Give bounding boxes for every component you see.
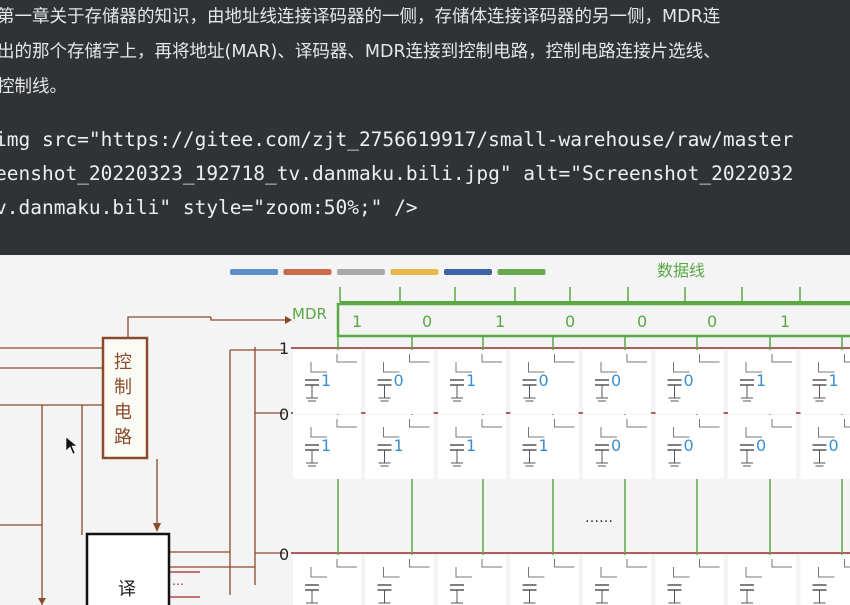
code-line: img src="https://gitee.com/zjt_275661991… — [0, 128, 794, 151]
memory-cell — [800, 555, 850, 605]
memory-cell: 1 — [293, 415, 361, 479]
memory-cell: 1 — [510, 415, 579, 479]
legend-bar — [283, 269, 332, 275]
mdr-bit: 0 — [707, 312, 717, 331]
description-paragraph: 第一章关于存储器的知识，由地址线连接译码器的一侧，存储体连接译码器的另一侧，MD… — [0, 0, 850, 105]
memory-cell: 0 — [655, 350, 724, 414]
decoder-label: 译 — [118, 579, 136, 600]
memory-cell — [728, 555, 796, 605]
cell-bit: 0 — [756, 436, 766, 455]
rows-ellipsis: …… — [585, 510, 613, 526]
control-circuit-char: 控 — [114, 352, 132, 373]
legend-bar — [444, 269, 492, 275]
cell-bit: 0 — [394, 371, 404, 390]
mdr-bit: 1 — [495, 312, 505, 331]
mdr-bit: 1 — [780, 312, 790, 331]
cell-bit: 1 — [321, 436, 331, 455]
memory-cell: 0 — [510, 350, 579, 414]
paragraph-line: 控制线。 — [0, 77, 67, 97]
cell-bit: 0 — [611, 436, 621, 455]
memory-cell — [293, 555, 361, 605]
paragraph-line: 第一章关于存储器的知识，由地址线连接译码器的一侧，存储体连接译码器的另一侧，MD… — [0, 7, 721, 27]
memory-cell — [510, 555, 579, 605]
memory-cell — [365, 555, 434, 605]
legend-bar — [337, 269, 385, 275]
code-line: v.danmaku.bili" style="zoom:50%;" /> — [0, 196, 418, 219]
storage-cells: 1 0 1 0 0 0 1 1 1 1 1 1 0 0 0 0 — [293, 336, 850, 605]
legend-bar — [390, 269, 439, 275]
cell-bit: 1 — [466, 371, 476, 390]
mdr-bit: 0 — [637, 312, 647, 331]
memory-cell: 1 — [438, 350, 506, 414]
memory-cell: 0 — [728, 415, 796, 479]
code-block: img src="https://gitee.com/zjt_275661991… — [0, 123, 850, 225]
arrow-head — [153, 523, 161, 532]
word-line-label: 0 — [279, 405, 289, 424]
control-circuit-char: 路 — [114, 427, 132, 448]
memory-cell: 1 — [438, 415, 506, 479]
mouse-cursor-icon — [65, 436, 78, 455]
mdr-bit: 0 — [422, 312, 432, 331]
memory-cell: 0 — [800, 415, 850, 479]
mdr-bit: 0 — [565, 312, 575, 331]
cell-bit: 0 — [829, 436, 839, 455]
cell-bit: 0 — [684, 436, 694, 455]
data-bus-ticks — [339, 287, 801, 302]
control-circuit-char: 电 — [114, 402, 132, 423]
cell-bit: 1 — [829, 371, 839, 390]
memory-cell — [655, 555, 724, 605]
paragraph-line: 出的那个存储字上，再将地址(MAR)、译码器、MDR连接到控制电路，控制电路连接… — [0, 42, 721, 62]
arrow-head — [285, 316, 292, 324]
arrow-head — [38, 598, 46, 605]
legend-bars — [230, 269, 546, 275]
legend-bar — [230, 269, 278, 275]
memory-cell: 1 — [800, 350, 850, 414]
memory-diagram-image: 数据线 MDR 1 0 1 0 0 0 1 控 制 电 路 译 … 1 0 0 1 0 1 … — [0, 255, 850, 605]
cell-bit: 0 — [684, 371, 694, 390]
memory-cell: 1 — [293, 350, 361, 414]
mdr-label: MDR — [292, 305, 327, 323]
cell-bit: 1 — [394, 436, 404, 455]
data-line-label: 数据线 — [657, 261, 705, 280]
memory-cell: 1 — [728, 350, 796, 414]
decoder-ellipsis: … — [172, 574, 184, 588]
cell-bit: 1 — [756, 371, 766, 390]
memory-cell — [438, 555, 506, 605]
cell-bit: 0 — [611, 371, 621, 390]
legend-bar — [497, 269, 546, 275]
memory-diagram: 数据线 MDR 1 0 1 0 0 0 1 控制电路 译 … 1 0 0 1 0 1 0 0… — [0, 261, 850, 605]
memory-cell: 0 — [583, 415, 651, 479]
code-line: eenshot_20220323_192718_tv.danmaku.bili.… — [0, 162, 794, 185]
word-line-label: 1 — [279, 339, 289, 358]
memory-cell — [583, 555, 651, 605]
mdr-register — [336, 302, 850, 338]
control-circuit-char: 制 — [114, 377, 132, 398]
cell-bit: 1 — [321, 371, 331, 390]
memory-cell: 0 — [655, 415, 724, 479]
cell-bit: 1 — [466, 436, 476, 455]
memory-cell: 0 — [583, 350, 651, 414]
cell-bit: 1 — [539, 436, 549, 455]
mdr-bits: 1 0 1 0 0 0 1 — [352, 312, 790, 331]
cell-bit: 0 — [539, 371, 549, 390]
memory-cell: 1 — [365, 415, 434, 479]
memory-cell: 0 — [365, 350, 434, 414]
mdr-bit: 1 — [352, 312, 362, 331]
word-line-label: 0 — [279, 545, 289, 564]
